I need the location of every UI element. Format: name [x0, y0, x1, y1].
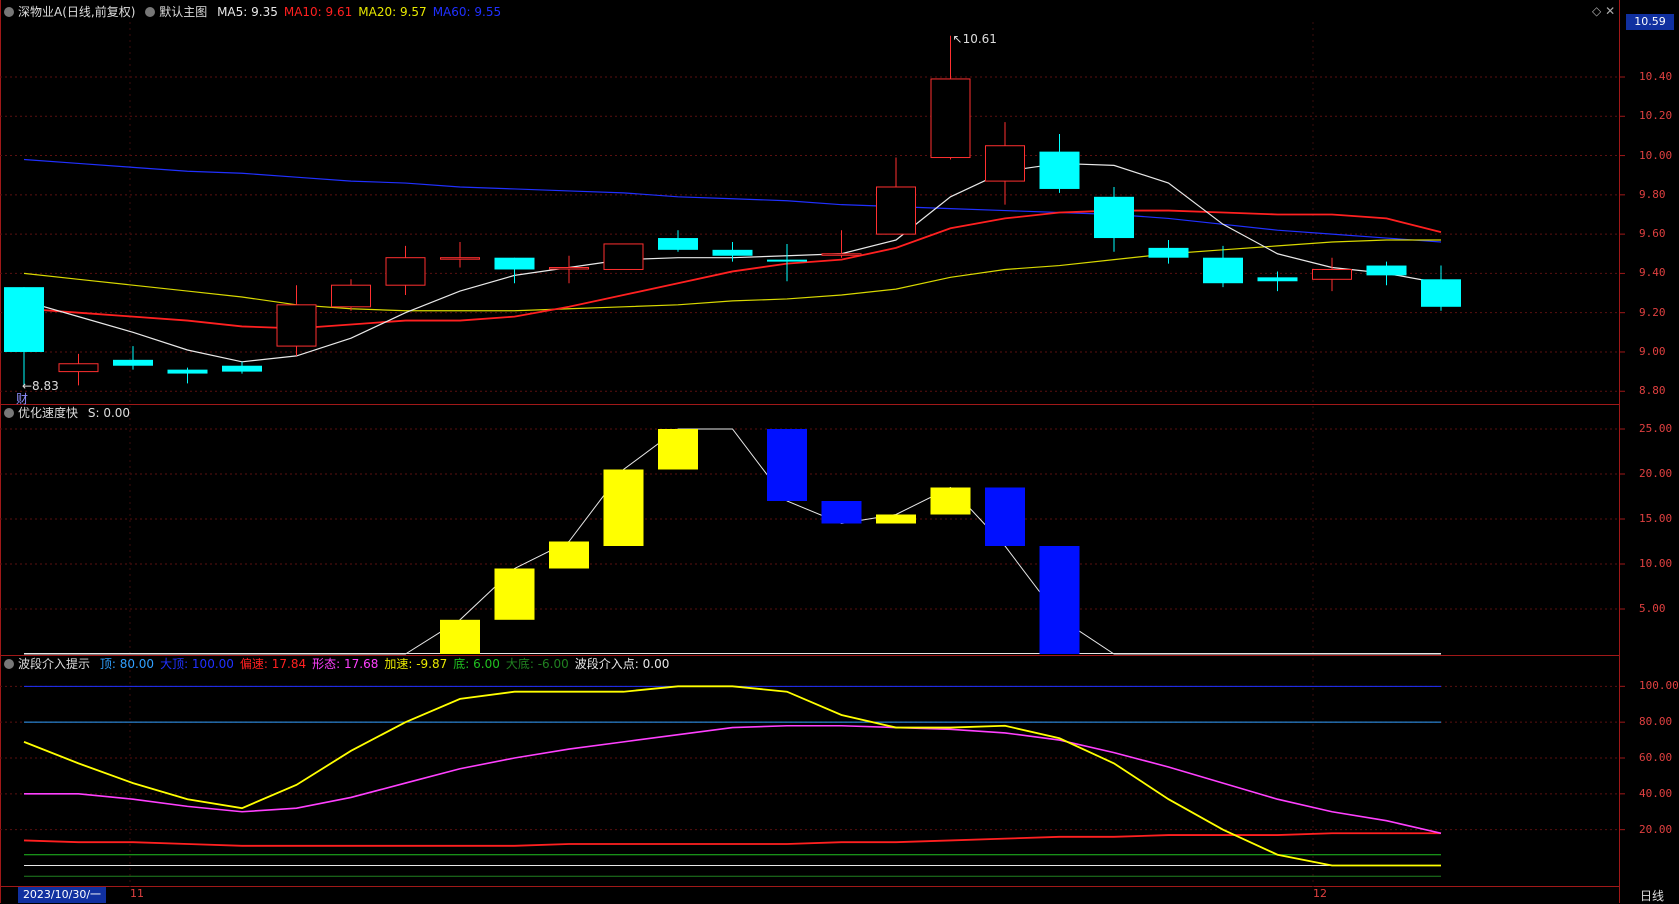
- price-tick-label: 9.80: [1639, 187, 1666, 201]
- speed-bar: [767, 429, 807, 501]
- candle-body-up: [440, 257, 480, 260]
- band-magenta-line: [24, 724, 1442, 835]
- candle-body-down: [222, 365, 262, 372]
- candle-body-down: [1039, 151, 1080, 189]
- speed-tick-label: 5.00: [1639, 602, 1666, 615]
- candle-body-down: [1421, 279, 1461, 307]
- band-panel-title: 波段介入提示: [18, 657, 91, 671]
- speed-bar: [1039, 546, 1080, 654]
- speed-panel-header: 优化速度快 S: 0.00: [4, 405, 136, 421]
- candle-body-up: [1312, 268, 1352, 280]
- candle-body-down: [1094, 196, 1134, 239]
- collapse-icon[interactable]: [4, 407, 14, 418]
- ma60-line: [23, 158, 1442, 243]
- window-controls[interactable]: ◇ ✕: [1592, 4, 1615, 18]
- speed-panel-title: 优化速度快: [18, 406, 79, 420]
- high-arrow-icon: ↖: [952, 31, 963, 46]
- band-yellow-line: [23, 685, 1441, 867]
- price-tick-label: 9.40: [1639, 266, 1666, 280]
- candle-body-down: [712, 249, 753, 256]
- band-panel-header: 波段介入提示 顶: 80.00 大顶: 100.00 偏速: 17.84 形态: 17…: [4, 656, 681, 672]
- band-indicator-2: 偏速: 17.84: [239, 657, 307, 671]
- speed-bar: [603, 469, 644, 546]
- band-tick-label: 80.00: [1639, 715, 1673, 729]
- speed-bar: [549, 541, 589, 569]
- candle-body-up: [331, 284, 371, 308]
- candle-body-up: [821, 253, 862, 256]
- month-label-11: 11: [130, 887, 144, 900]
- period-label[interactable]: 日线: [1640, 887, 1664, 904]
- candle-body-up: [58, 363, 99, 373]
- speed-tick-label: 20.00: [1639, 467, 1673, 480]
- candle-body-down: [167, 369, 208, 374]
- band-indicator-4: 加速: -9.87: [384, 657, 448, 671]
- price-tick-label: 9.20: [1639, 305, 1666, 319]
- collapse-icon[interactable]: [4, 6, 14, 17]
- candle-body-down: [767, 259, 807, 262]
- candle-body-up: [276, 304, 317, 347]
- ma-indicator-0: MA5: 9.35: [217, 5, 278, 19]
- speed-tick-label: 25.00: [1639, 422, 1673, 435]
- band-indicator-7: 波段介入点: 0.00: [574, 657, 670, 671]
- close-icon[interactable]: ✕: [1605, 4, 1615, 18]
- band-red-line: [23, 832, 1441, 847]
- main-chart-label: 默认主图: [159, 5, 208, 19]
- candle-body-up: [930, 78, 971, 159]
- finance-marker[interactable]: 财: [16, 390, 28, 407]
- price-tick-label: 10.40: [1639, 69, 1673, 83]
- ma-indicator-3: MA60: 9.55: [432, 5, 502, 19]
- speed-bar: [494, 568, 535, 620]
- month-label-12: 12: [1313, 887, 1327, 900]
- diamond-icon[interactable]: ◇: [1592, 4, 1601, 18]
- chart-menu-icon[interactable]: [145, 6, 156, 17]
- candle-body-down: [1203, 257, 1243, 284]
- band-tick-label: 100.00: [1639, 679, 1679, 693]
- price-tick-label: 9.60: [1639, 227, 1666, 241]
- price-tick-label: 10.20: [1639, 109, 1673, 123]
- speed-tick-label: 15.00: [1639, 512, 1673, 525]
- stock-title: 深物业A(日线,前复权): [18, 5, 136, 19]
- speed-tick-label: 10.00: [1639, 557, 1673, 570]
- candle-body-up: [385, 257, 426, 286]
- speed-line: [24, 428, 1441, 655]
- speed-bar: [821, 501, 862, 524]
- chart-canvas[interactable]: [0, 0, 1679, 903]
- candle-body-up: [549, 267, 589, 270]
- speed-bar: [876, 514, 916, 524]
- speed-bar: [930, 487, 971, 515]
- high-price-mark: ↖10.61: [952, 31, 997, 46]
- date-cursor-flag: 2023/10/30/一: [18, 887, 106, 903]
- candle-body-up: [876, 186, 916, 235]
- candle-body-down: [113, 359, 153, 366]
- main-chart-header: 深物业A(日线,前复权) 默认主图 MA5: 9.35 MA10: 9.61 MA2…: [4, 4, 513, 20]
- band-indicator-3: 形态: 17.68: [312, 657, 379, 671]
- collapse-icon[interactable]: [4, 658, 14, 669]
- band-tick-label: 60.00: [1639, 751, 1673, 764]
- price-tick-label: 10.00: [1639, 148, 1673, 162]
- candle-body-down: [1257, 277, 1298, 282]
- candle-body-down: [658, 238, 698, 250]
- ma-indicator-2: MA20: 9.57: [358, 5, 427, 19]
- band-indicator-0: 顶: 80.00: [99, 657, 155, 671]
- candle-body-down: [1366, 265, 1407, 276]
- band-indicator-6: 大底: -6.00: [505, 657, 569, 671]
- price-tick-label: 8.80: [1639, 384, 1666, 398]
- price-tick-label: 9.00: [1639, 344, 1666, 358]
- band-tick-label: 40.00: [1639, 786, 1673, 800]
- band-tick-label: 20.00: [1639, 822, 1673, 836]
- speed-bar: [440, 619, 480, 654]
- candle-body-down: [1148, 247, 1189, 258]
- candle-body-down: [4, 287, 44, 352]
- candle-body-up: [985, 145, 1025, 182]
- candle-body-up: [603, 243, 644, 270]
- band-indicator-5: 底: 6.00: [453, 657, 500, 671]
- y-axis: 10.40 10.20 10.00 9.80 9.60 9.40 9.20 9.00 8.80 2…: [1619, 0, 1679, 903]
- speed-bar: [658, 429, 698, 470]
- band-indicator-1: 大顶: 100.00: [160, 657, 234, 671]
- candle-body-down: [494, 257, 535, 270]
- speed-panel-value: S: 0.00: [87, 406, 131, 420]
- speed-bar: [985, 487, 1025, 546]
- ma-indicator-1: MA10: 9.61: [283, 5, 353, 19]
